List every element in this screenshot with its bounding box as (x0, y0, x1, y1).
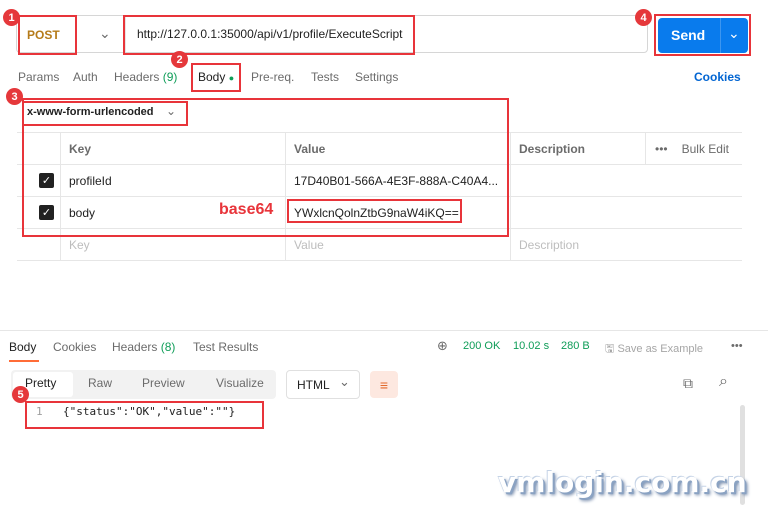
new-value-input[interactable]: Value (286, 229, 510, 260)
row-key[interactable]: profileId (61, 165, 285, 196)
column-header-value: Value (294, 141, 326, 156)
view-visualize[interactable]: Visualize (216, 376, 264, 390)
tab-headers-label: Headers (114, 70, 160, 84)
save-example-button[interactable]: 🖫 Save as Example (605, 340, 703, 359)
tab-tests[interactable]: Tests (311, 70, 339, 84)
divider (125, 16, 126, 52)
watermark: vmlogin.com.cn (498, 466, 747, 499)
row-value[interactable]: 17D40B01-566A-4E3F-888A-C40A4... (286, 165, 510, 196)
wrap-lines-icon[interactable]: ≡ (370, 371, 398, 398)
globe-icon[interactable]: ⊕ (437, 338, 448, 354)
chevron-down-icon[interactable]: ⌄ (166, 104, 176, 118)
status-code[interactable]: 200 OK (463, 340, 500, 352)
step-badge-2: 2 (171, 51, 188, 68)
response-tab-headers[interactable]: Headers (8) (112, 340, 175, 354)
request-url-bar: POST ⌄ http://127.0.0.1:35000/api/v1/pro… (16, 15, 648, 53)
chevron-down-icon[interactable]: ⌄ (728, 25, 740, 42)
save-example-label: Save as Example (617, 343, 704, 355)
table-row: ✓ body YWxlcnQolnZtbG9naW4iKQ== (17, 197, 742, 229)
more-icon[interactable]: ••• (731, 340, 743, 352)
bulk-edit-label: Bulk Edit (681, 141, 729, 156)
tab-settings[interactable]: Settings (355, 70, 398, 84)
line-number: 1 (36, 405, 43, 418)
step-badge-4: 4 (635, 9, 652, 26)
tab-body-label: Body (198, 70, 226, 84)
response-time[interactable]: 10.02 s (513, 340, 549, 352)
divider (720, 18, 721, 53)
view-pretty[interactable]: Pretty (25, 376, 56, 390)
divider (0, 330, 768, 331)
step-badge-3: 3 (6, 88, 23, 105)
row-value[interactable]: YWxlcnQolnZtbG9naW4iKQ== (286, 197, 510, 228)
table-header-row: Key Value Description ••• Bulk Edit (17, 133, 742, 165)
row-checkbox[interactable]: ✓ (31, 197, 61, 228)
row-checkbox[interactable]: ✓ (31, 165, 61, 196)
row-description[interactable] (511, 165, 742, 196)
url-input[interactable]: http://127.0.0.1:35000/api/v1/profile/Ex… (137, 27, 403, 41)
view-preview[interactable]: Preview (142, 376, 185, 390)
step-badge-1: 1 (3, 9, 20, 26)
response-tab-body[interactable]: Body (9, 340, 36, 354)
params-table: Key Value Description ••• Bulk Edit ✓ pro… (17, 132, 742, 261)
tab-headers-count: (9) (162, 70, 178, 84)
more-icon[interactable]: ••• (655, 142, 668, 156)
annotation-label: base64 (219, 201, 274, 218)
active-tab-indicator (9, 360, 39, 362)
new-description-input[interactable]: Description (511, 229, 742, 260)
tab-auth[interactable]: Auth (73, 70, 98, 84)
table-row: ✓ profileId 17D40B01-566A-4E3F-888A-C40A… (17, 165, 742, 197)
checkmark-icon: ✓ (39, 173, 54, 188)
column-header-description: Description (519, 141, 586, 156)
new-key-input[interactable]: Key (61, 229, 285, 260)
chevron-down-icon[interactable]: ⌄ (99, 25, 111, 42)
save-icon: 🖫 (605, 343, 615, 355)
column-header-key: Key (69, 141, 92, 156)
response-tab-headers-count: (8) (160, 340, 176, 354)
response-tab-cookies[interactable]: Cookies (53, 340, 96, 354)
copy-icon[interactable]: ⧉ (683, 375, 693, 392)
step-badge-5: 5 (12, 386, 29, 403)
response-tab-test-results[interactable]: Test Results (193, 340, 258, 354)
bulk-edit-button[interactable]: ••• Bulk Edit (647, 133, 742, 164)
send-label: Send (671, 27, 706, 43)
response-tab-headers-label: Headers (112, 340, 158, 354)
view-raw[interactable]: Raw (88, 376, 112, 390)
method-select[interactable]: POST (27, 28, 60, 42)
view-mode-selector: Pretty Raw Preview Visualize (11, 370, 276, 399)
table-row-placeholder: Key Value Description (17, 229, 742, 261)
tab-prereq[interactable]: Pre-req. (251, 70, 294, 84)
response-body[interactable]: {"status":"OK","value":""} (63, 405, 235, 418)
format-select[interactable]: HTML ⌄ (286, 370, 360, 399)
row-description[interactable] (511, 197, 742, 228)
tab-params[interactable]: Params (18, 70, 59, 84)
checkmark-icon: ✓ (39, 205, 54, 220)
search-icon[interactable]: ⌕ (719, 373, 728, 391)
tab-headers[interactable]: Headers (9) (114, 70, 177, 84)
body-type-select[interactable]: x-www-form-urlencoded (27, 106, 154, 118)
format-label: HTML (297, 378, 330, 392)
response-size[interactable]: 280 B (561, 340, 590, 352)
dot-icon: ● (228, 73, 235, 83)
send-button[interactable]: Send ⌄ (658, 18, 748, 53)
cookies-link[interactable]: Cookies (694, 70, 741, 84)
tab-body[interactable]: Body ● (198, 70, 234, 84)
chevron-down-icon: ⌄ (339, 374, 350, 389)
